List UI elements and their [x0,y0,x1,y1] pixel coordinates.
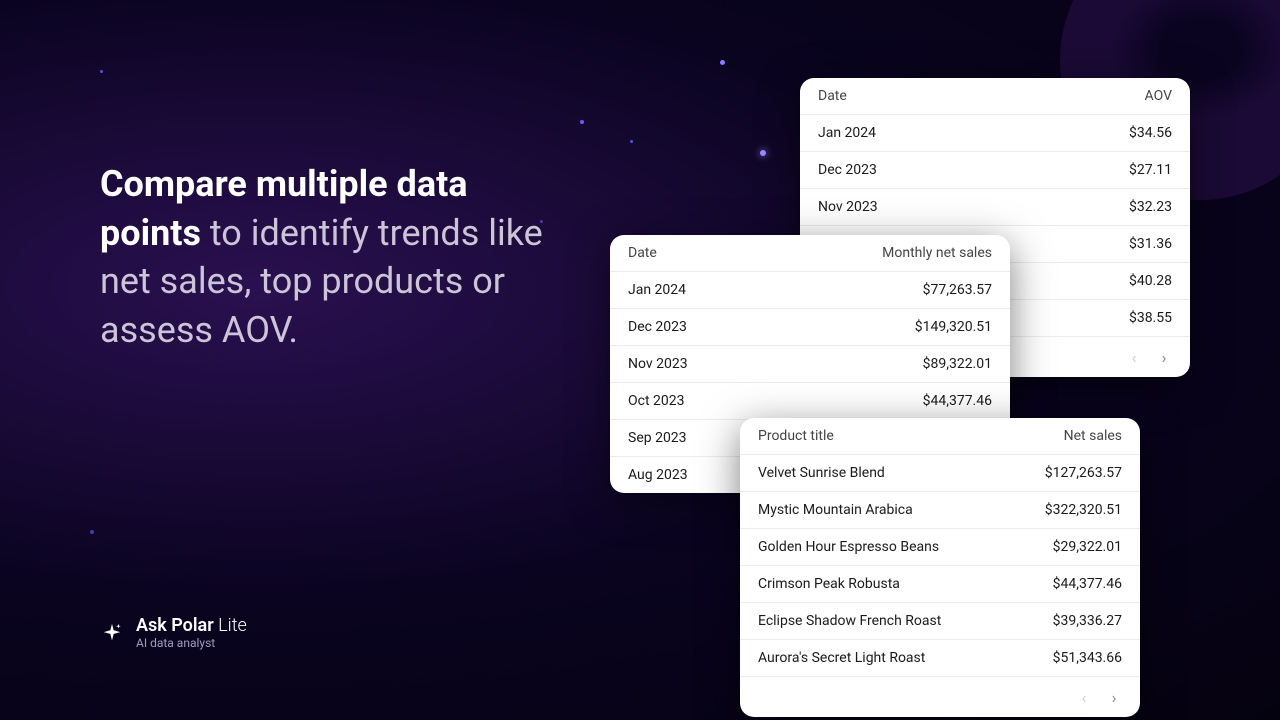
col-header-date: Date [610,235,768,272]
table-row: Velvet Sunrise Blend$127,263.57 [740,455,1140,492]
table-row: Eclipse Shadow French Roast$39,336.27 [740,603,1140,640]
chevron-right-icon[interactable]: › [1152,345,1176,369]
sparkle-icon [100,621,124,645]
decorative-dot [630,140,633,143]
col-header-date: Date [800,78,1013,115]
pager: ‹ › [740,676,1140,717]
table-row: Mystic Mountain Arabica$322,320.51 [740,492,1140,529]
decorative-dot [100,70,103,73]
table-row: Dec 2023$27.11 [800,152,1190,189]
decorative-dot [580,120,584,124]
brand-name: Ask Polar Lite [136,615,247,636]
col-header-aov: AOV [1013,78,1190,115]
table-row: Nov 2023$32.23 [800,189,1190,226]
table-row: Crimson Peak Robusta$44,377.46 [740,566,1140,603]
table-row: Oct 2023$44,377.46 [610,383,1010,420]
brand: Ask Polar Lite AI data analyst [100,615,247,650]
col-header-monthly-net-sales: Monthly net sales [768,235,1010,272]
decorative-dot [90,530,94,534]
table-row: Nov 2023$89,322.01 [610,346,1010,383]
table-row: Dec 2023$149,320.51 [610,309,1010,346]
chevron-right-icon[interactable]: › [1102,685,1126,709]
chevron-left-icon[interactable]: ‹ [1072,685,1096,709]
brand-tagline: AI data analyst [136,636,247,650]
col-header-net-sales: Net sales [1004,418,1140,455]
decorative-dot [720,60,725,65]
table-row: Jan 2024$77,263.57 [610,272,1010,309]
headline: Compare multiple data points to identify… [100,160,570,354]
col-header-product-title: Product title [740,418,1004,455]
table-row: Jan 2024$34.56 [800,115,1190,152]
table-row: Golden Hour Espresso Beans$29,322.01 [740,529,1140,566]
chevron-left-icon[interactable]: ‹ [1122,345,1146,369]
decorative-dot [760,150,766,156]
table-row: Aurora's Secret Light Roast$51,343.66 [740,640,1140,677]
products-table-card: Product title Net sales Velvet Sunrise B… [740,418,1140,717]
